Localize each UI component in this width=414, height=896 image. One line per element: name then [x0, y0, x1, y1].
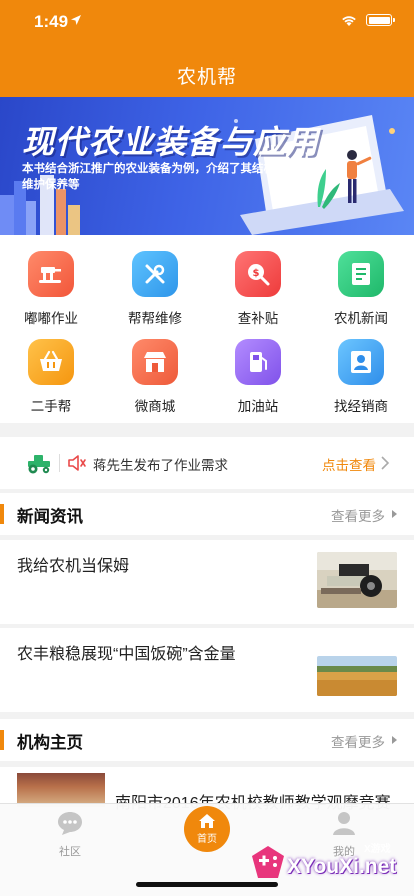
- menu-item-find-dealer[interactable]: 找经销商: [316, 339, 406, 419]
- menu-item-repair[interactable]: 帮帮维修: [110, 251, 200, 331]
- wifi-icon: [342, 16, 356, 26]
- excavator-icon: [28, 251, 74, 297]
- app-screen: 1:49 农机帮 现代农业装备与应用 本书结合浙江推广的农业装备为例，介绍了其结…: [0, 0, 414, 896]
- menu-label: 查补贴: [237, 311, 279, 326]
- speaker-icon: [68, 455, 86, 471]
- chevron-right-icon: [381, 456, 390, 470]
- basket-icon: [28, 339, 74, 385]
- user-icon: [333, 812, 355, 835]
- menu-label: 农机新闻: [334, 311, 388, 326]
- shop-icon: [132, 339, 178, 385]
- menu-item-subsidy[interactable]: $ 查补贴: [213, 251, 303, 331]
- gamepad-logo-icon: [252, 846, 284, 878]
- home-tab-circle: 首页: [184, 806, 230, 852]
- menu-item-micro-mall[interactable]: 微商城: [110, 339, 200, 419]
- menu-label: 加油站: [237, 399, 279, 414]
- news-item[interactable]: 我给农机当保姆: [0, 540, 414, 624]
- news-section-header: 新闻资讯 查看更多: [0, 493, 414, 535]
- section-title: 机构主页: [17, 734, 83, 752]
- menu-item-second-hand[interactable]: 二手帮: [6, 339, 96, 419]
- news-title: 我给农机当保姆: [17, 558, 130, 575]
- menu-label: 微商城: [134, 399, 176, 414]
- chat-bubble-icon: [58, 812, 82, 835]
- watermark-tag: X游戏: [364, 844, 391, 855]
- caret-right-icon: [392, 736, 397, 744]
- menu-item-dudu-work[interactable]: 嘟嘟作业: [6, 251, 96, 331]
- quick-menu: 嘟嘟作业 帮帮维修 $ 查补贴 农机新闻 二手帮 微商城 加油站 找经销商: [0, 235, 414, 423]
- home-icon: [199, 814, 215, 828]
- wrench-icon: [132, 251, 178, 297]
- menu-label: 找经销商: [334, 399, 388, 414]
- notice-text: 蒋先生发布了作业需求: [93, 458, 228, 473]
- menu-item-gas-station[interactable]: 加油站: [213, 339, 303, 419]
- news-title: 农丰粮稳展现“中国饭碗”含金量: [17, 646, 236, 663]
- notice-bar[interactable]: 蒋先生发布了作业需求 点击查看: [0, 437, 414, 489]
- notice-divider: [59, 454, 60, 472]
- menu-label: 帮帮维修: [128, 311, 182, 326]
- news-thumbnail: [317, 552, 397, 608]
- search-subsidy-icon: $: [235, 251, 281, 297]
- news-doc-icon: [338, 251, 384, 297]
- page-title: 农机帮: [176, 67, 237, 88]
- tab-label: 首页: [197, 834, 217, 845]
- org-item[interactable]: 南阳市2016年农机校教师教学观摩竞赛: [0, 767, 414, 812]
- news-thumbnail: [317, 656, 397, 696]
- banner-description: 本书结合浙江推广的农业装备为例，介绍了其结构原理、维护保养等: [22, 163, 310, 191]
- section-accent-bar: [0, 504, 4, 524]
- status-time: 1:49: [34, 12, 69, 31]
- app-header: 1:49 农机帮: [0, 0, 414, 97]
- battery-icon: [366, 14, 395, 26]
- promo-banner[interactable]: 现代农业装备与应用 本书结合浙江推广的农业装备为例，介绍了其结构原理、维护保养等: [0, 97, 414, 235]
- caret-right-icon: [392, 510, 397, 518]
- news-item[interactable]: 农丰粮稳展现“中国饭碗”含金量: [0, 628, 414, 712]
- tractor-icon: [28, 455, 50, 474]
- org-more-link[interactable]: 查看更多: [331, 731, 385, 751]
- site-watermark: X游戏 XYouXi.net: [244, 838, 414, 896]
- banner-title: 现代农业装备与应用: [22, 124, 320, 160]
- tab-label: 社区: [59, 846, 81, 858]
- org-section-header: 机构主页 查看更多: [0, 719, 414, 761]
- section-title: 新闻资讯: [17, 508, 83, 526]
- home-indicator: [136, 882, 278, 887]
- location-arrow-icon: [71, 15, 81, 25]
- tab-home[interactable]: 首页: [172, 806, 242, 852]
- watermark-text: XYouXi.net: [287, 855, 397, 878]
- section-accent-bar: [0, 730, 4, 750]
- tab-community[interactable]: 社区: [35, 810, 105, 859]
- org-thumbnail: [17, 773, 105, 807]
- menu-label: 二手帮: [30, 399, 72, 414]
- menu-item-farm-news[interactable]: 农机新闻: [316, 251, 406, 331]
- menu-label: 嘟嘟作业: [24, 311, 78, 326]
- svg-text:$: $: [253, 268, 260, 279]
- news-more-link[interactable]: 查看更多: [331, 505, 385, 525]
- notice-view-link[interactable]: 点击查看: [322, 454, 376, 474]
- fuel-pump-icon: [235, 339, 281, 385]
- dealer-icon: [338, 339, 384, 385]
